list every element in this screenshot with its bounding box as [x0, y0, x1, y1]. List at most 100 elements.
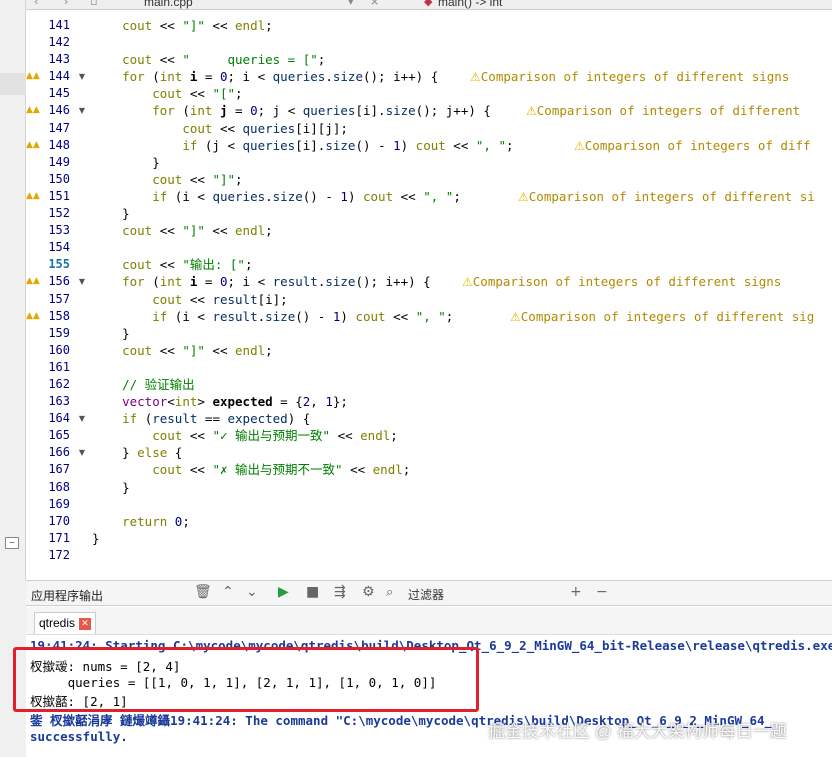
code-line[interactable]: }: [92, 530, 832, 547]
warning-annotation[interactable]: ⚠Comparison of integers of different sig…: [462, 273, 781, 291]
warning-marker-icon[interactable]: ▲▲: [26, 68, 40, 85]
code-line[interactable]: cout << "]";: [92, 171, 832, 188]
line-number: 142: [48, 35, 70, 50]
line-number: ▲▲ 148: [26, 137, 92, 154]
output-panel-header: 应用程序输出 🗑 ⌃ ⌄ ▶ ■ ⇶ ⚙ ⌕ 过滤器 + −: [26, 580, 832, 606]
code-line[interactable]: cout << " queries = [";: [92, 51, 832, 68]
debug-icon[interactable]: ⇶: [334, 584, 346, 600]
line-number: 153: [48, 223, 70, 238]
code-line[interactable]: for (int i = 0; i < result.size(); i++) …: [92, 273, 832, 290]
code-line[interactable]: } else {: [92, 444, 832, 461]
line-number: 141: [48, 18, 70, 32]
code-line[interactable]: }: [92, 325, 832, 342]
line-number: 165: [48, 428, 70, 443]
line-number: 155: [48, 257, 70, 272]
warning-annotation[interactable]: ⚠Comparison of integers of different sig…: [470, 68, 789, 86]
code-editor[interactable]: cout << "]" << endl; cout << " queries =…: [92, 17, 832, 564]
warning-annotation[interactable]: ⚠Comparison of integers of different sig: [510, 308, 814, 326]
output-line: successfully.: [30, 729, 128, 744]
warning-marker-icon[interactable]: ▲▲: [26, 137, 40, 154]
code-line[interactable]: cout << "输出: [";: [92, 256, 832, 273]
warning-icon: ⚠: [470, 70, 481, 85]
minimize-icon[interactable]: −: [596, 584, 608, 600]
close-icon[interactable]: ✕: [79, 617, 92, 630]
code-line[interactable]: cout << result[i];: [92, 291, 832, 308]
forward-icon[interactable]: ›: [64, 0, 68, 8]
settings-icon[interactable]: ⚙: [362, 584, 375, 600]
fold-arrow-icon[interactable]: ▼: [79, 444, 85, 461]
line-number: 150: [48, 171, 70, 186]
line-number: 166 ▼: [26, 444, 92, 461]
fold-arrow-icon[interactable]: ▼: [79, 68, 85, 85]
dropdown-icon[interactable]: ▾: [348, 0, 354, 8]
warning-icon: ⚠: [526, 104, 537, 119]
code-line[interactable]: }: [92, 205, 832, 222]
line-number: ▲▲ 144 ▼: [26, 68, 92, 85]
code-line[interactable]: for (int j = 0; j < queries[i].size(); j…: [92, 102, 832, 119]
code-line[interactable]: for (int i = 0; i < queries.size(); i++)…: [92, 68, 832, 85]
warning-marker-icon[interactable]: ▲▲: [26, 188, 40, 205]
code-line[interactable]: return 0;: [92, 513, 832, 530]
warning-annotation[interactable]: ⚠Comparison of integers of different: [526, 102, 800, 120]
warning-marker-icon[interactable]: ▲▲: [26, 102, 40, 119]
code-line[interactable]: if (j < queries[i].size() - 1) cout << "…: [92, 137, 832, 154]
line-number: 143: [48, 52, 70, 67]
code-line[interactable]: [92, 359, 832, 376]
code-line[interactable]: vector<int> expected = {2, 1};: [92, 393, 832, 410]
code-line[interactable]: }: [92, 479, 832, 496]
down-arrow-icon[interactable]: ⌄: [246, 584, 258, 600]
fold-arrow-icon[interactable]: ▼: [79, 410, 85, 427]
filter-input[interactable]: 过滤器: [408, 586, 444, 603]
line-number: 145: [48, 86, 70, 101]
collapse-icon[interactable]: −: [5, 537, 19, 549]
warning-marker-icon[interactable]: ▲▲: [26, 308, 40, 325]
close-file-icon[interactable]: ×: [370, 0, 379, 8]
warning-annotation[interactable]: ⚠Comparison of integers of different si: [518, 188, 815, 206]
fold-arrow-icon[interactable]: ▼: [79, 273, 85, 290]
file-tab[interactable]: main.cpp: [144, 0, 193, 9]
run-icon[interactable]: ▶: [278, 584, 289, 600]
warning-icon: ⚠: [574, 138, 585, 153]
code-line[interactable]: }: [92, 154, 832, 171]
warning-marker-icon[interactable]: ▲▲: [26, 273, 40, 290]
line-number: 154: [48, 240, 70, 255]
output-tab-row: qtredis ✕: [26, 607, 832, 635]
up-arrow-icon[interactable]: ⌃: [222, 584, 234, 600]
editor-toolbar: ‹ › ▫ main.cpp ▾ × ◆ main() -> int: [26, 0, 832, 10]
line-number: 171: [48, 530, 70, 545]
function-breadcrumb[interactable]: main() -> int: [438, 0, 502, 9]
code-line[interactable]: [92, 496, 832, 513]
trash-icon[interactable]: 🗑: [194, 584, 212, 600]
code-line[interactable]: cout << queries[i][j];: [92, 120, 832, 137]
line-number: ▲▲ 146 ▼: [26, 102, 92, 119]
sidebar-highlight: [0, 73, 26, 95]
add-icon[interactable]: +: [570, 584, 582, 600]
code-line[interactable]: // 验证输出: [92, 376, 832, 393]
line-number: ▲▲ 158: [26, 308, 92, 325]
output-tab-qtredis[interactable]: qtredis ✕: [34, 612, 97, 634]
warning-annotation[interactable]: ⚠Comparison of integers of diff: [574, 137, 811, 155]
code-line[interactable]: cout << "✗ 输出与预期不一致" << endl;: [92, 461, 832, 478]
line-number: 147: [48, 120, 70, 135]
code-line[interactable]: cout << "✓ 输出与预期一致" << endl;: [92, 427, 832, 444]
code-line[interactable]: cout << "[";: [92, 85, 832, 102]
code-line[interactable]: cout << "]" << endl;: [92, 17, 832, 34]
code-line[interactable]: [92, 239, 832, 256]
code-line[interactable]: [92, 34, 832, 51]
code-line[interactable]: if (i < queries.size() - 1) cout << ", "…: [92, 188, 832, 205]
stop-icon[interactable]: ■: [306, 584, 319, 600]
warning-icon: ⚠: [510, 309, 521, 324]
fold-arrow-icon[interactable]: ▼: [79, 102, 85, 119]
code-line[interactable]: cout << "]" << endl;: [92, 342, 832, 359]
line-number: 159: [48, 325, 70, 340]
line-number: 164 ▼: [26, 410, 92, 427]
line-number: 169: [48, 496, 70, 511]
line-number: 161: [48, 359, 70, 374]
document-icon[interactable]: ▫: [90, 0, 97, 8]
code-line[interactable]: cout << "]" << endl;: [92, 222, 832, 239]
code-line[interactable]: if (i < result.size() - 1) cout << ", ";…: [92, 308, 832, 325]
code-line[interactable]: if (result == expected) {: [92, 410, 832, 427]
warning-icon: ⚠: [462, 275, 473, 290]
code-line[interactable]: [92, 547, 832, 564]
back-icon[interactable]: ‹: [34, 0, 38, 8]
